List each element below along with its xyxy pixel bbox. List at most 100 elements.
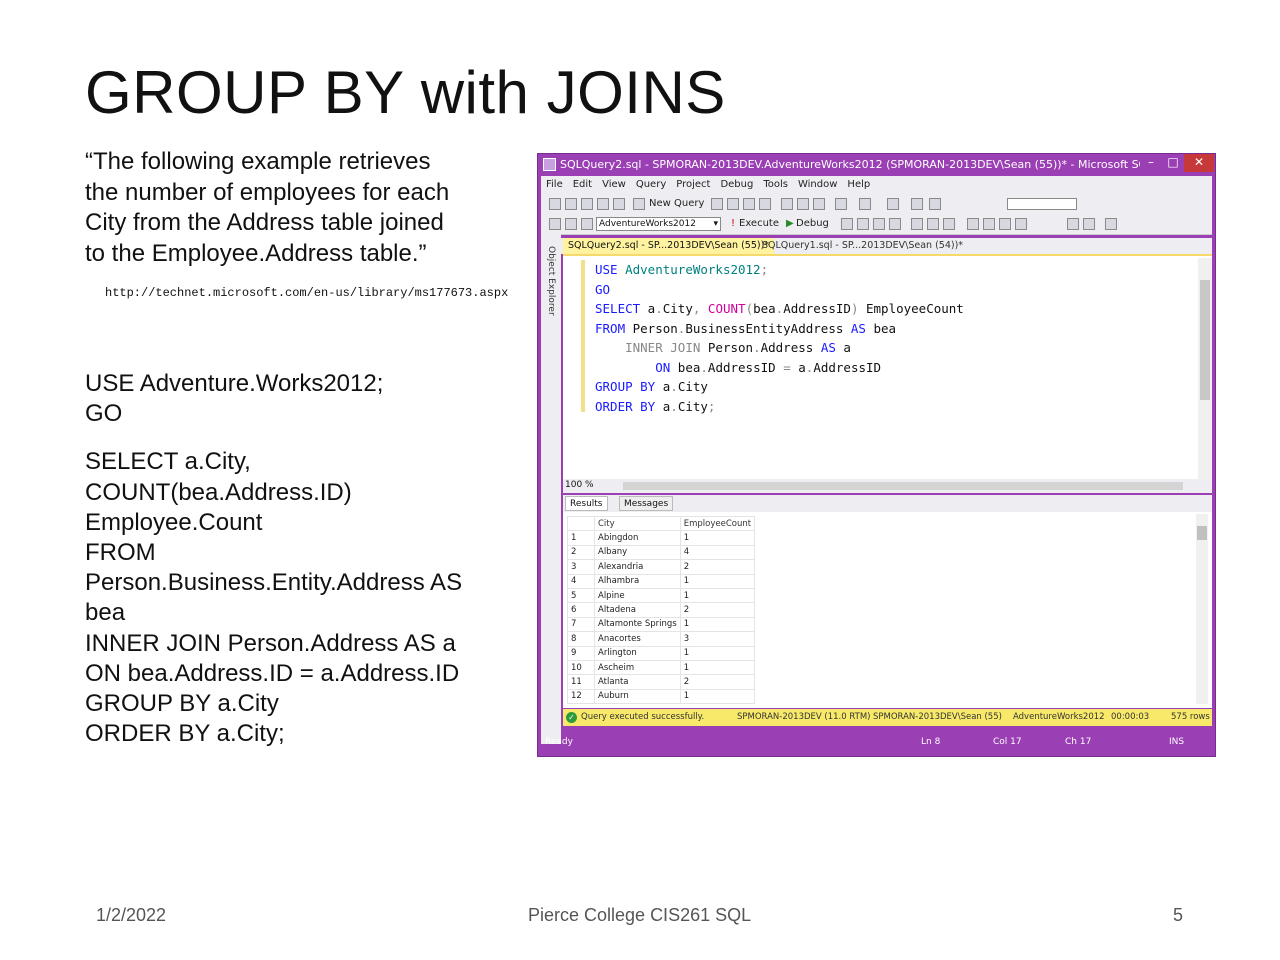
save-icon[interactable] — [597, 198, 609, 210]
column-header[interactable]: EmployeeCount — [679, 515, 756, 532]
table-cell[interactable]: Altadena — [594, 602, 681, 618]
back-icon[interactable] — [549, 198, 561, 210]
close-button[interactable]: ✕ — [1184, 154, 1214, 172]
menu-file[interactable]: File — [541, 176, 568, 190]
table-cell[interactable]: Albany — [594, 544, 681, 561]
table-cell[interactable]: 1 — [679, 587, 756, 604]
menu-query[interactable]: Query — [631, 176, 671, 190]
menu-project[interactable]: Project — [671, 176, 715, 190]
zoom-level[interactable]: 100 % — [565, 480, 594, 490]
table-cell[interactable]: 2 — [679, 674, 756, 690]
table-cell[interactable]: 1 — [679, 530, 756, 546]
specify-values-icon[interactable] — [1105, 218, 1117, 230]
table-row[interactable]: 7 Altamonte Springs 1 — [567, 616, 756, 633]
intellisense-icon[interactable] — [889, 218, 901, 230]
comment-icon[interactable] — [999, 218, 1011, 230]
row-number-cell[interactable]: 6 — [567, 602, 595, 618]
table-row[interactable]: 10 Ascheim 1 — [567, 659, 756, 676]
row-number-cell[interactable]: 10 — [567, 659, 595, 676]
undo-icon[interactable] — [835, 198, 847, 210]
minimize-button[interactable]: – — [1140, 154, 1162, 172]
row-number-cell[interactable]: 3 — [567, 559, 595, 575]
query-editor[interactable]: USE AdventureWorks2012; GO SELECT a.City… — [563, 254, 1212, 481]
solution-config-dropdown[interactable] — [1007, 198, 1077, 210]
row-number-cell[interactable]: 7 — [567, 616, 595, 633]
table-row[interactable]: 3 Alexandria 2 — [567, 559, 756, 575]
solution-icon[interactable] — [911, 198, 923, 210]
table-cell[interactable]: 2 — [679, 559, 756, 575]
cancel-query-icon[interactable] — [841, 218, 853, 230]
table-cell[interactable]: Anacortes — [594, 631, 681, 647]
menu-debug[interactable]: Debug — [715, 176, 758, 190]
execute-button[interactable]: Execute — [739, 218, 779, 229]
table-cell[interactable]: Alexandria — [594, 559, 681, 575]
menu-tools[interactable]: Tools — [758, 176, 793, 190]
database-select[interactable]: AdventureWorks2012 — [596, 217, 721, 231]
debug-start-icon[interactable] — [929, 198, 941, 210]
table-cell[interactable]: 1 — [679, 616, 756, 633]
table-cell[interactable]: 4 — [679, 544, 756, 561]
paste-icon[interactable] — [813, 198, 825, 210]
table-row[interactable]: 1 Abingdon 1 — [567, 530, 756, 546]
column-header[interactable]: City — [594, 515, 681, 532]
query-options-icon[interactable] — [581, 218, 593, 230]
table-cell[interactable]: Auburn — [594, 688, 681, 705]
results-to-file-icon[interactable] — [943, 218, 955, 230]
save-all-icon[interactable] — [613, 198, 625, 210]
row-number-cell[interactable]: 1 — [567, 530, 595, 546]
row-number-cell[interactable]: 8 — [567, 631, 595, 647]
tab-query2[interactable]: SQLQuery2.sql - SP...2013DEV\Sean (55))* — [563, 238, 775, 254]
table-cell[interactable]: 2 — [679, 602, 756, 618]
cut-icon[interactable] — [781, 198, 793, 210]
table-row[interactable]: 4 Alhambra 1 — [567, 573, 756, 589]
table-cell[interactable]: Alhambra — [594, 573, 681, 589]
table-cell[interactable]: 3 — [679, 631, 756, 647]
menu-help[interactable]: Help — [842, 176, 875, 190]
outdent-icon[interactable] — [1083, 218, 1095, 230]
tab-results[interactable]: Results — [565, 496, 608, 511]
row-number-cell[interactable]: 2 — [567, 544, 595, 561]
table-row[interactable]: 8 Anacortes 3 — [567, 631, 756, 647]
grid-vertical-scrollbar[interactable] — [1196, 514, 1208, 704]
tab-messages[interactable]: Messages — [619, 496, 674, 511]
table-cell[interactable]: Ascheim — [594, 659, 681, 676]
row-number-cell[interactable]: 12 — [567, 688, 595, 705]
xmla-icon[interactable] — [743, 198, 755, 210]
open-icon[interactable] — [581, 198, 593, 210]
table-row[interactable]: 2 Albany 4 — [567, 544, 756, 561]
new-query-icon[interactable] — [633, 198, 645, 210]
table-cell[interactable]: Altamonte Springs — [594, 616, 681, 633]
new-query-button[interactable]: New Query — [649, 198, 704, 209]
maximize-button[interactable]: □ — [1162, 154, 1184, 172]
table-cell[interactable]: 1 — [679, 688, 756, 705]
parse-icon[interactable] — [857, 218, 869, 230]
navigate-icon[interactable] — [887, 198, 899, 210]
object-explorer-tab[interactable]: Object Explorer — [541, 234, 561, 744]
connect-icon[interactable] — [549, 218, 561, 230]
table-row[interactable]: 5 Alpine 1 — [567, 587, 756, 604]
mdx-icon[interactable] — [711, 198, 723, 210]
row-number-cell[interactable]: 4 — [567, 573, 595, 589]
table-cell[interactable]: Abingdon — [594, 530, 681, 546]
debug-button[interactable]: Debug — [796, 218, 829, 229]
table-row[interactable]: 12 Auburn 1 — [567, 688, 756, 705]
editor-vertical-scrollbar[interactable] — [1198, 258, 1212, 480]
table-row[interactable]: 9 Arlington 1 — [567, 645, 756, 661]
change-connection-icon[interactable] — [565, 218, 577, 230]
tab-query1[interactable]: SQLQuery1.sql - SP...2013DEV\Sean (54))* — [757, 238, 968, 254]
table-row[interactable]: 11 Atlanta 2 — [567, 674, 756, 690]
client-stats-icon[interactable] — [983, 218, 995, 230]
editor-horizontal-scrollbar[interactable] — [623, 482, 1183, 490]
menu-view[interactable]: View — [597, 176, 631, 190]
redo-icon[interactable] — [859, 198, 871, 210]
menu-window[interactable]: Window — [793, 176, 842, 190]
estimated-plan-icon[interactable] — [873, 218, 885, 230]
row-number-cell[interactable]: 9 — [567, 645, 595, 661]
uncomment-icon[interactable] — [1015, 218, 1027, 230]
results-to-text-icon[interactable] — [911, 218, 923, 230]
table-cell[interactable]: Atlanta — [594, 674, 681, 690]
indent-icon[interactable] — [1067, 218, 1079, 230]
table-row[interactable]: 6 Altadena 2 — [567, 602, 756, 618]
table-cell[interactable]: 1 — [679, 645, 756, 661]
source-url[interactable]: http://technet.microsoft.com/en-us/libra… — [105, 286, 508, 300]
